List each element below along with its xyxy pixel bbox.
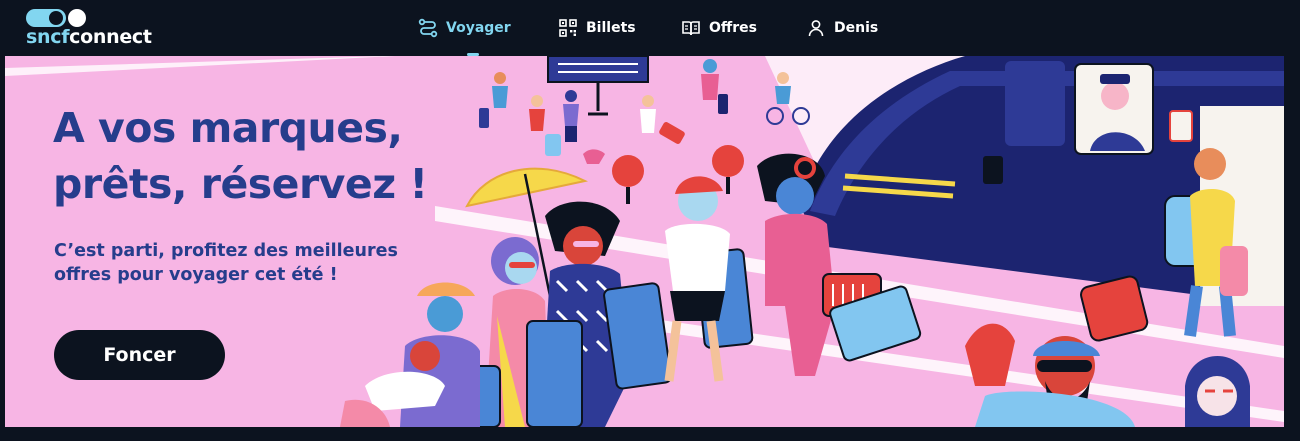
hero-banner: A vos marques, prêts, réservez ! C’est p… — [5, 56, 1284, 427]
top-navigation-bar: sncfconnect Voyager Billets Offres Denis — [0, 0, 1300, 56]
nav-label: Voyager — [446, 20, 511, 36]
nav-item-account[interactable]: Denis — [806, 0, 878, 56]
route-icon — [418, 18, 438, 38]
sncf-connect-logo[interactable]: sncfconnect — [26, 9, 156, 49]
foncer-button[interactable]: Foncer — [54, 330, 225, 380]
nav-item-offres[interactable]: Offres — [681, 0, 757, 56]
hero-subtitle: C’est parti, profitez des meilleures off… — [54, 241, 398, 285]
logo-toggle-icon — [26, 9, 66, 27]
logo-dot-icon — [68, 9, 86, 27]
logo-wordmark: sncfconnect — [26, 26, 152, 48]
nav-item-voyager[interactable]: Voyager — [418, 0, 511, 56]
nav-label: Offres — [709, 20, 757, 36]
book-icon — [682, 21, 700, 36]
hero-title: A vos marques, prêts, réservez ! — [53, 104, 428, 208]
nav-label: Billets — [586, 20, 636, 36]
page-edge — [1284, 56, 1300, 427]
nav-label: Denis — [834, 20, 879, 36]
user-icon — [808, 20, 824, 37]
nav-item-billets[interactable]: Billets — [558, 0, 636, 56]
qr-code-icon — [559, 19, 577, 37]
